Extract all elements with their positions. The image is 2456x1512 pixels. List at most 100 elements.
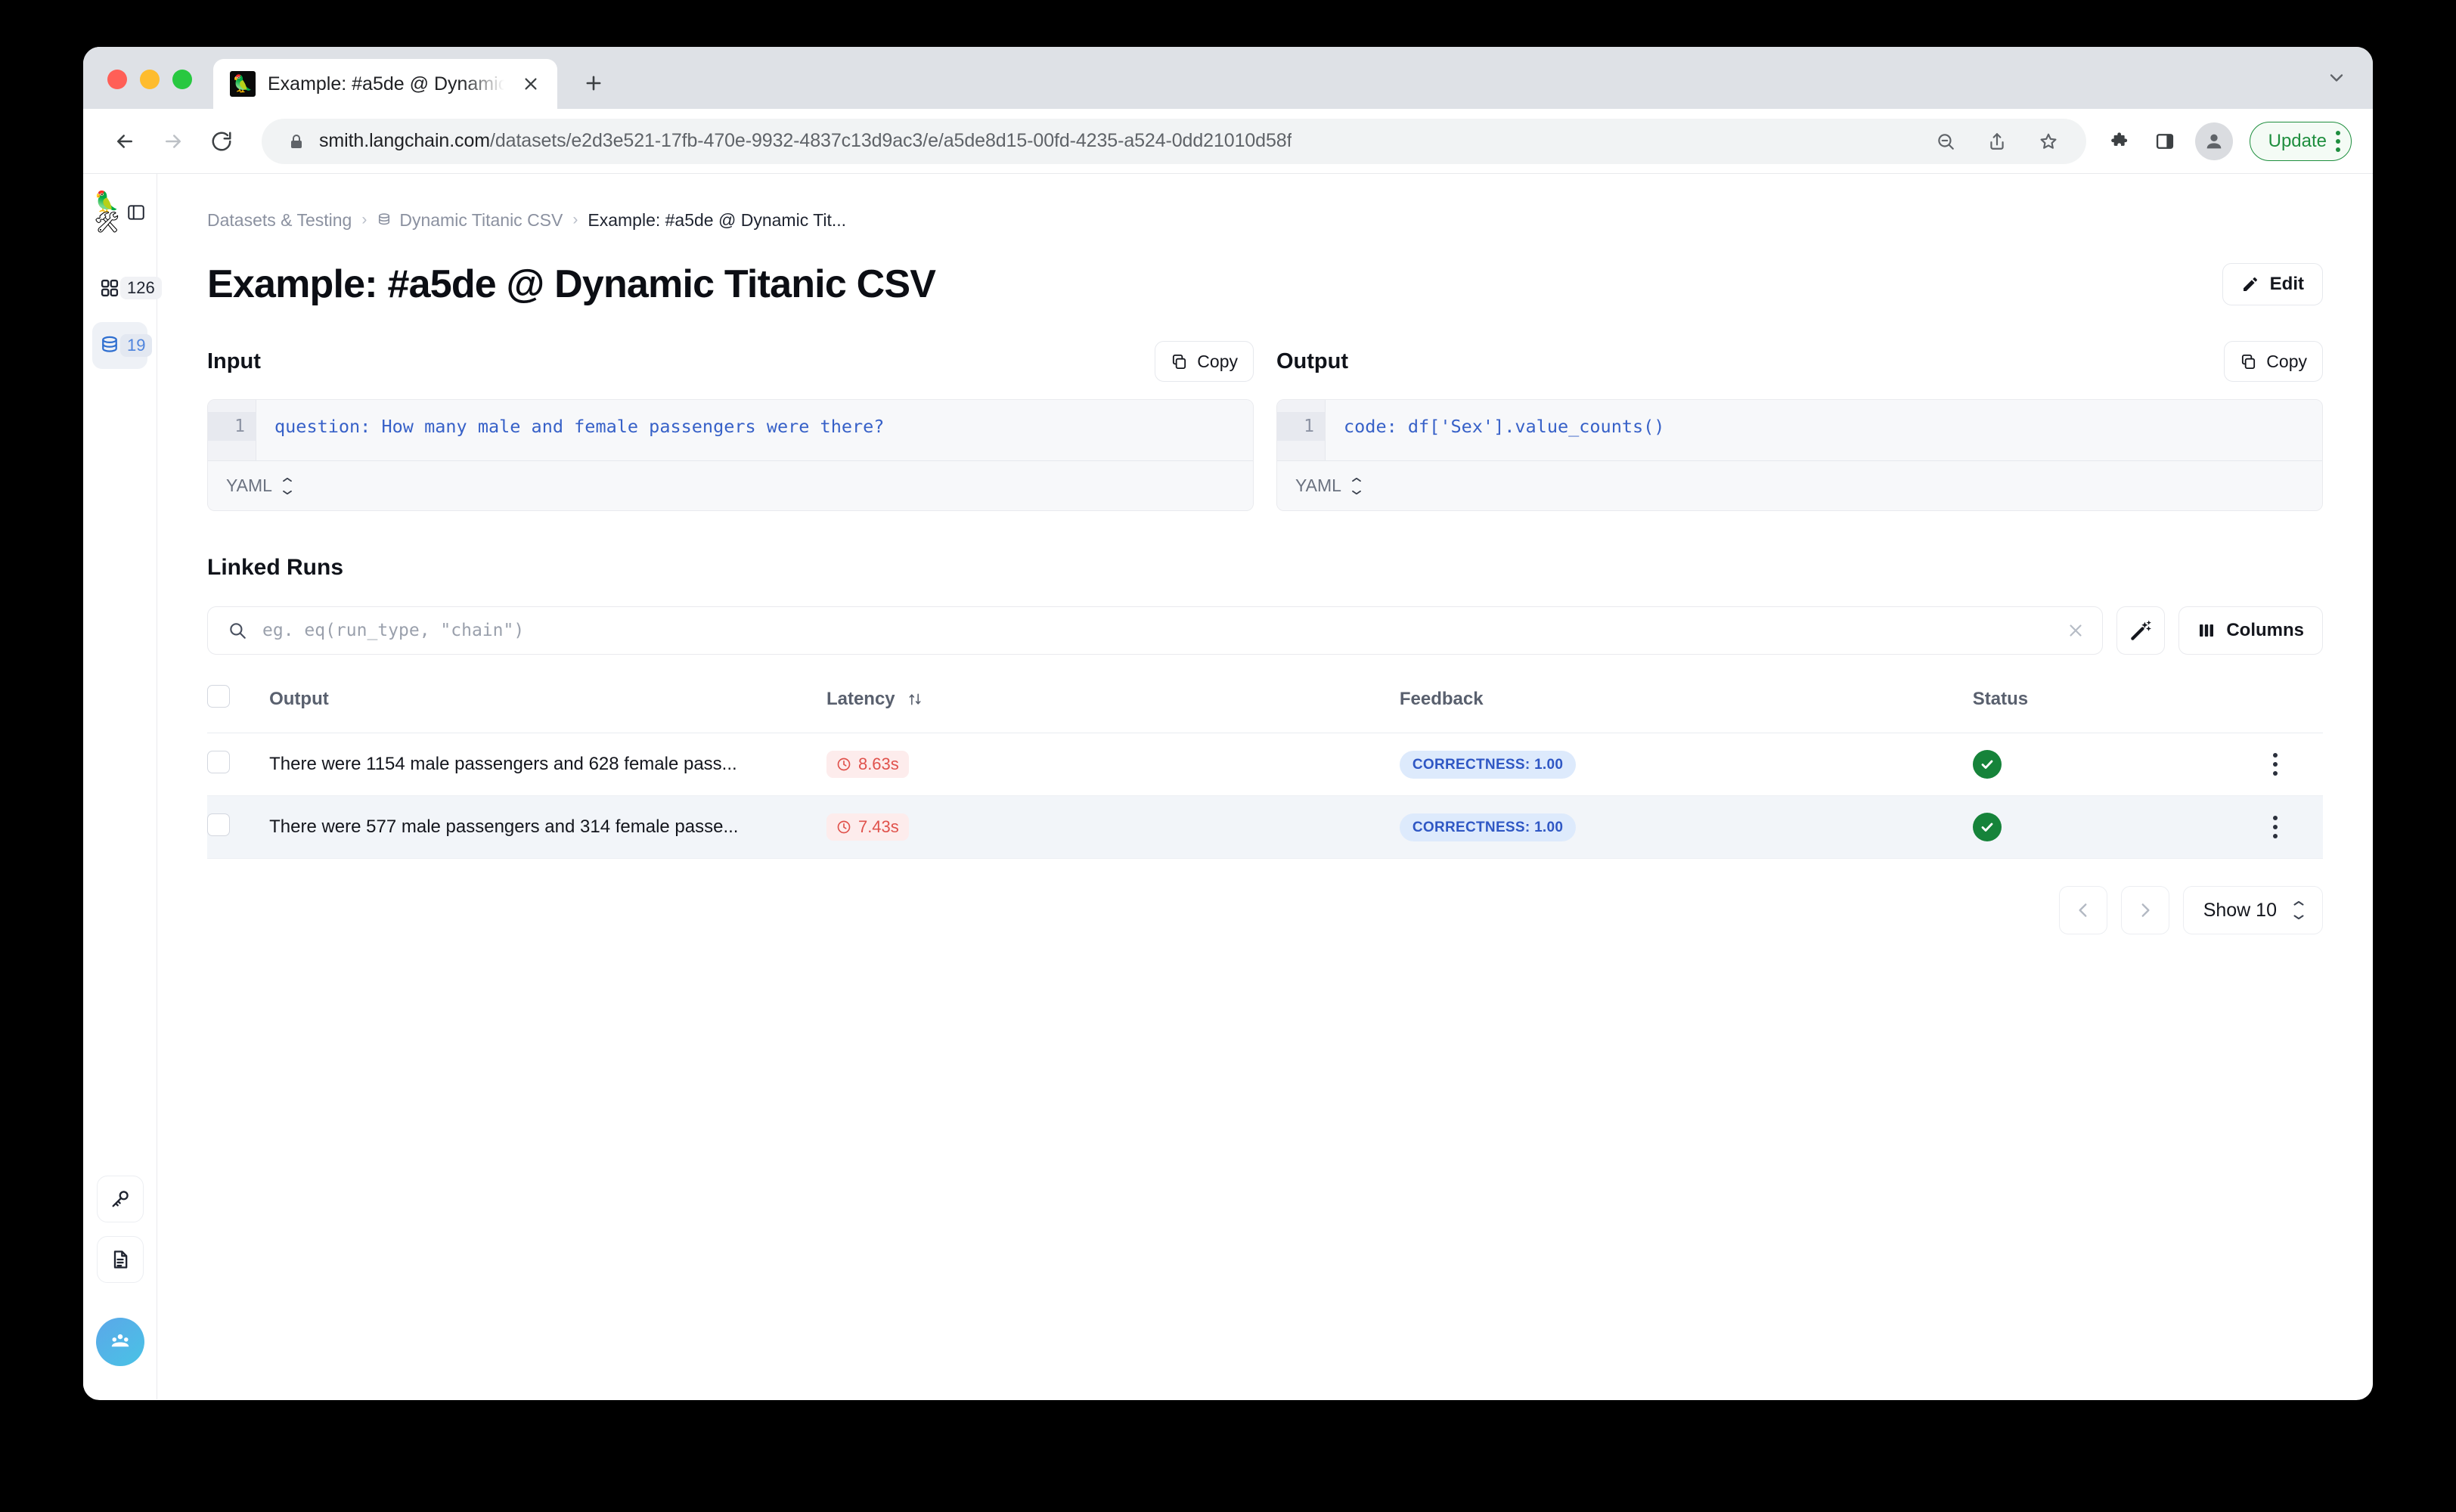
output-code-text[interactable]: code: df['Sex'].value_counts(): [1326, 400, 2322, 460]
update-button[interactable]: Update: [2249, 121, 2352, 161]
chrome-menu-icon[interactable]: [2336, 130, 2340, 152]
column-header-latency-label: Latency: [826, 688, 895, 709]
copy-icon: [1171, 353, 1188, 370]
runs-filter-input[interactable]: eg. eq(run_type, "chain"): [207, 606, 2104, 655]
sidebar-item-projects[interactable]: 126: [92, 265, 162, 311]
back-button[interactable]: [103, 119, 147, 163]
row-output[interactable]: There were 1154 male passengers and 628 …: [269, 733, 826, 796]
left-sidebar: 🦜🛠 126 19: [83, 174, 162, 1399]
pencil-icon: [2241, 275, 2259, 293]
next-page-button[interactable]: [2120, 886, 2169, 934]
columns-button[interactable]: Columns: [2178, 606, 2323, 655]
breadcrumb-current: Example: #a5de @ Dynamic Tit...: [588, 209, 847, 230]
magic-filter-button[interactable]: [2116, 606, 2166, 655]
linked-runs-title: Linked Runs: [207, 555, 344, 580]
column-header-feedback[interactable]: Feedback: [1399, 674, 1973, 733]
output-code-box: 1 code: df['Sex'].value_counts() YAML: [1276, 399, 2323, 511]
breadcrumb-datasets-testing[interactable]: Datasets & Testing: [207, 210, 352, 231]
browser-tab-strip: 🦜 Example: #a5de @ Dynamic Tit: [83, 47, 2373, 109]
table-row[interactable]: There were 1154 male passengers and 628 …: [207, 733, 2323, 796]
status-success-icon: [1972, 813, 2002, 841]
output-panel-header: Output Copy: [1276, 340, 2323, 383]
previous-page-button[interactable]: [2058, 886, 2107, 934]
input-code-box: 1 question: How many male and female pas…: [207, 399, 1254, 511]
clear-filter-icon[interactable]: [2066, 621, 2085, 640]
row-menu-button[interactable]: [2228, 753, 2323, 776]
latency-badge: 7.43s: [826, 813, 909, 841]
row-output[interactable]: There were 577 male passengers and 314 f…: [269, 795, 826, 859]
minimize-window-button[interactable]: [140, 70, 160, 89]
close-window-button[interactable]: [107, 70, 127, 89]
table-header: Output Latency Feedback Status: [207, 674, 2323, 733]
input-format-select[interactable]: YAML: [208, 460, 1253, 510]
side-panel-icon[interactable]: [2145, 122, 2185, 161]
maximize-window-button[interactable]: [172, 70, 192, 89]
column-header-output[interactable]: Output: [269, 674, 826, 733]
column-header-latency[interactable]: Latency: [826, 674, 1400, 733]
latency-value: 8.63s: [857, 754, 899, 773]
edit-button-label: Edit: [2269, 274, 2304, 294]
output-format-label: YAML: [1295, 476, 1341, 495]
input-code-text[interactable]: question: How many male and female passe…: [256, 400, 1253, 460]
row-checkbox[interactable]: [207, 813, 230, 836]
row-menu-button[interactable]: [2228, 816, 2323, 838]
copy-output-button[interactable]: Copy: [2224, 341, 2323, 382]
select-all-checkbox[interactable]: [207, 685, 230, 708]
new-tab-button[interactable]: [574, 64, 613, 103]
reload-button[interactable]: [200, 119, 243, 163]
breadcrumb-dataset[interactable]: Dynamic Titanic CSV: [377, 210, 563, 231]
clock-icon: [836, 820, 851, 835]
magic-wand-icon: [2129, 619, 2152, 642]
document-icon[interactable]: [96, 1236, 144, 1283]
row-actions-cell: [2227, 733, 2323, 796]
close-tab-button[interactable]: [516, 70, 545, 98]
tab-list-chevron-icon[interactable]: [2326, 67, 2373, 109]
output-gutter: 1: [1277, 400, 1326, 460]
share-icon[interactable]: [1977, 122, 2017, 161]
window-controls: [83, 70, 192, 109]
columns-icon: [2197, 621, 2216, 640]
browser-tab-title: Example: #a5de @ Dynamic Tit: [268, 73, 504, 94]
table-row[interactable]: There were 577 male passengers and 314 f…: [207, 795, 2323, 859]
output-panel-title: Output: [1276, 349, 1349, 373]
runs-filter-placeholder: eg. eq(run_type, "chain"): [262, 621, 525, 640]
extensions-icon[interactable]: [2101, 122, 2141, 161]
browser-tab[interactable]: 🦜 Example: #a5de @ Dynamic Tit: [213, 59, 557, 109]
row-latency-cell: 8.63s: [826, 733, 1400, 796]
app-body: 🦜🛠 126 19 Datasets & Testing › Dynamic T…: [83, 174, 2373, 1399]
page-size-select[interactable]: Show 10: [2182, 886, 2323, 934]
sidebar-nav: 126 19: [83, 265, 162, 369]
chevron-updown-icon: [281, 477, 293, 494]
forward-button[interactable]: [151, 119, 195, 163]
sidebar-toggle-icon[interactable]: [126, 203, 146, 222]
profile-avatar[interactable]: [2194, 122, 2233, 160]
clock-icon: [836, 757, 851, 772]
database-icon: [99, 335, 120, 356]
sidebar-item-datasets[interactable]: 19: [92, 322, 153, 369]
latency-badge: 8.63s: [826, 751, 909, 778]
zoom-out-icon[interactable]: [1926, 122, 1965, 161]
copy-input-button[interactable]: Copy: [1155, 341, 1254, 382]
output-panel: Output Copy 1 code: df['Sex'].value_coun…: [1276, 340, 2323, 511]
sidebar-header: 🦜🛠: [83, 192, 157, 233]
row-select-cell: [207, 733, 270, 796]
edit-button[interactable]: Edit: [2222, 263, 2323, 305]
sort-icon[interactable]: [907, 692, 923, 707]
bookmark-star-icon[interactable]: [2029, 122, 2068, 161]
row-latency-cell: 7.43s: [826, 795, 1400, 859]
output-format-select[interactable]: YAML: [1277, 460, 2322, 510]
copy-icon: [2240, 353, 2257, 370]
address-bar[interactable]: smith.langchain.com/datasets/e2d3e521-17…: [262, 118, 2086, 164]
output-line-number: 1: [1277, 412, 1325, 441]
page-title: Example: #a5de @ Dynamic Titanic CSV: [207, 262, 936, 306]
omnibox-actions: [1926, 122, 2068, 161]
input-code-area: 1 question: How many male and female pas…: [208, 400, 1253, 460]
key-icon[interactable]: [96, 1176, 144, 1222]
organization-avatar[interactable]: [95, 1318, 144, 1366]
page-header: Example: #a5de @ Dynamic Titanic CSV Edi…: [207, 262, 2323, 307]
feedback-badge[interactable]: CORRECTNESS: 1.00: [1399, 813, 1577, 841]
feedback-badge[interactable]: CORRECTNESS: 1.00: [1399, 750, 1577, 779]
langsmith-logo-icon[interactable]: 🦜🛠: [94, 192, 126, 233]
row-checkbox[interactable]: [207, 750, 230, 773]
column-header-status[interactable]: Status: [1972, 674, 2228, 733]
